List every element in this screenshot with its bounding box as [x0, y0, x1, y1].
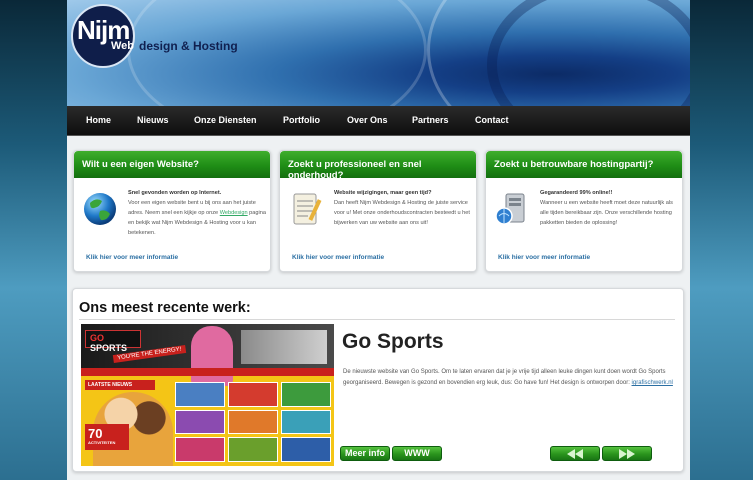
- screenshot-news-label: LAATSTE NIEUWS: [85, 380, 155, 390]
- screenshot-bar: [81, 368, 334, 376]
- tile: [228, 382, 278, 407]
- more-info-link[interactable]: Klik hier voor meer informatie: [498, 254, 590, 261]
- project-text: De nieuwste website van Go Sports. Om te…: [343, 369, 666, 386]
- box-description: Snel gevonden worden op Internet. Voor e…: [128, 188, 268, 238]
- main-nav: Home Nieuws Onze Diensten Portfolio Over…: [67, 106, 690, 136]
- webdesign-link[interactable]: Webdesign: [220, 210, 248, 216]
- tile: [228, 409, 278, 435]
- nav-item-nieuws[interactable]: Nieuws: [137, 115, 169, 125]
- box-title: Wilt u een eigen Website?: [74, 151, 270, 178]
- project-description: De nieuwste website van Go Sports. Om te…: [343, 367, 678, 389]
- header-swirl: [487, 0, 690, 106]
- project-screenshot[interactable]: GO SPORTS YOU'RE THE ENERGY! LAATSTE NIE…: [81, 324, 334, 466]
- meer-info-button[interactable]: Meer info: [340, 446, 390, 461]
- more-info-link[interactable]: Klik hier voor meer informatie: [292, 254, 384, 261]
- tile: [281, 409, 331, 435]
- tile: [175, 409, 225, 435]
- arrow-left-icon: [575, 448, 583, 459]
- box-title: Zoekt u professioneel en snel onderhoud?: [280, 151, 476, 181]
- notepad-icon: [293, 193, 322, 225]
- page-container: Nijm Web design & Hosting Home Nieuws On…: [67, 0, 690, 480]
- box-heading: Gegarandeerd 99% online!!: [540, 190, 613, 196]
- next-button[interactable]: [602, 446, 652, 461]
- arrow-right-icon: [627, 448, 635, 459]
- tile: [175, 382, 225, 407]
- box-heading: Snel gevonden worden op Internet.: [128, 190, 222, 196]
- logo-web: Web: [111, 40, 135, 52]
- box-title: Zoekt u betrouwbare hostingpartij?: [486, 151, 682, 178]
- nav-item-over-ons[interactable]: Over Ons: [347, 115, 388, 125]
- tile: [281, 382, 331, 407]
- section-title: Ons meest recente werk:: [79, 300, 251, 316]
- left-background: [0, 0, 67, 480]
- designer-link[interactable]: igrafischwerk.nl: [632, 380, 673, 386]
- www-button[interactable]: WWW: [392, 446, 442, 461]
- service-box-onderhoud: Zoekt u professioneel en snel onderhoud?…: [279, 150, 477, 272]
- nav-item-portfolio[interactable]: Portfolio: [283, 115, 320, 125]
- tile: [175, 437, 225, 462]
- divider: [79, 319, 675, 320]
- nav-item-onze-diensten[interactable]: Onze Diensten: [194, 115, 257, 125]
- server-icon: [495, 193, 525, 225]
- logo-go: GO: [90, 333, 105, 343]
- box-description: Gegarandeerd 99% online!! Wanneer u een …: [540, 188, 680, 228]
- header-banner: Nijm Web design & Hosting: [67, 0, 690, 106]
- gosports-logo: GO SPORTS: [85, 330, 141, 353]
- right-background: [690, 0, 753, 480]
- nav-item-partners[interactable]: Partners: [412, 115, 449, 125]
- logo-sports: SPORTS: [90, 343, 128, 353]
- screenshot-activiteiten: ACTIVITEITEN: [88, 440, 116, 445]
- globe-icon: [84, 193, 116, 225]
- box-text: Dan heeft Nijm Webdesign & Hosting de ju…: [334, 200, 470, 226]
- service-box-website: Wilt u een eigen Website? Snel gevonden …: [73, 150, 271, 272]
- recent-work-panel: Ons meest recente werk: GO SPORTS YOU'RE…: [72, 288, 684, 472]
- arrow-left-icon: [567, 448, 575, 459]
- logo-tagline: design & Hosting: [139, 39, 238, 53]
- service-box-hosting: Zoekt u betrouwbare hostingpartij? Gegar…: [485, 150, 683, 272]
- screenshot-70: 70 ACTIVITEITEN: [85, 424, 129, 450]
- screenshot-photo: [241, 330, 327, 364]
- screenshot-tiles: [175, 382, 331, 462]
- more-info-link[interactable]: Klik hier voor meer informatie: [86, 254, 178, 261]
- screenshot-figure: [191, 326, 233, 386]
- nav-item-contact[interactable]: Contact: [475, 115, 509, 125]
- box-description: Website wijzigingen, maar geen tijd? Dan…: [334, 188, 474, 228]
- tile: [281, 437, 331, 462]
- tile: [228, 437, 278, 462]
- box-text: Wanneer u een website heeft moet deze na…: [540, 200, 673, 226]
- box-heading: Website wijzigingen, maar geen tijd?: [334, 190, 432, 196]
- screenshot-70-number: 70: [88, 426, 103, 441]
- nav-item-home[interactable]: Home: [86, 115, 111, 125]
- header-swirl: [127, 0, 427, 106]
- previous-button[interactable]: [550, 446, 600, 461]
- arrow-right-icon: [619, 448, 627, 459]
- project-title: Go Sports: [342, 330, 444, 353]
